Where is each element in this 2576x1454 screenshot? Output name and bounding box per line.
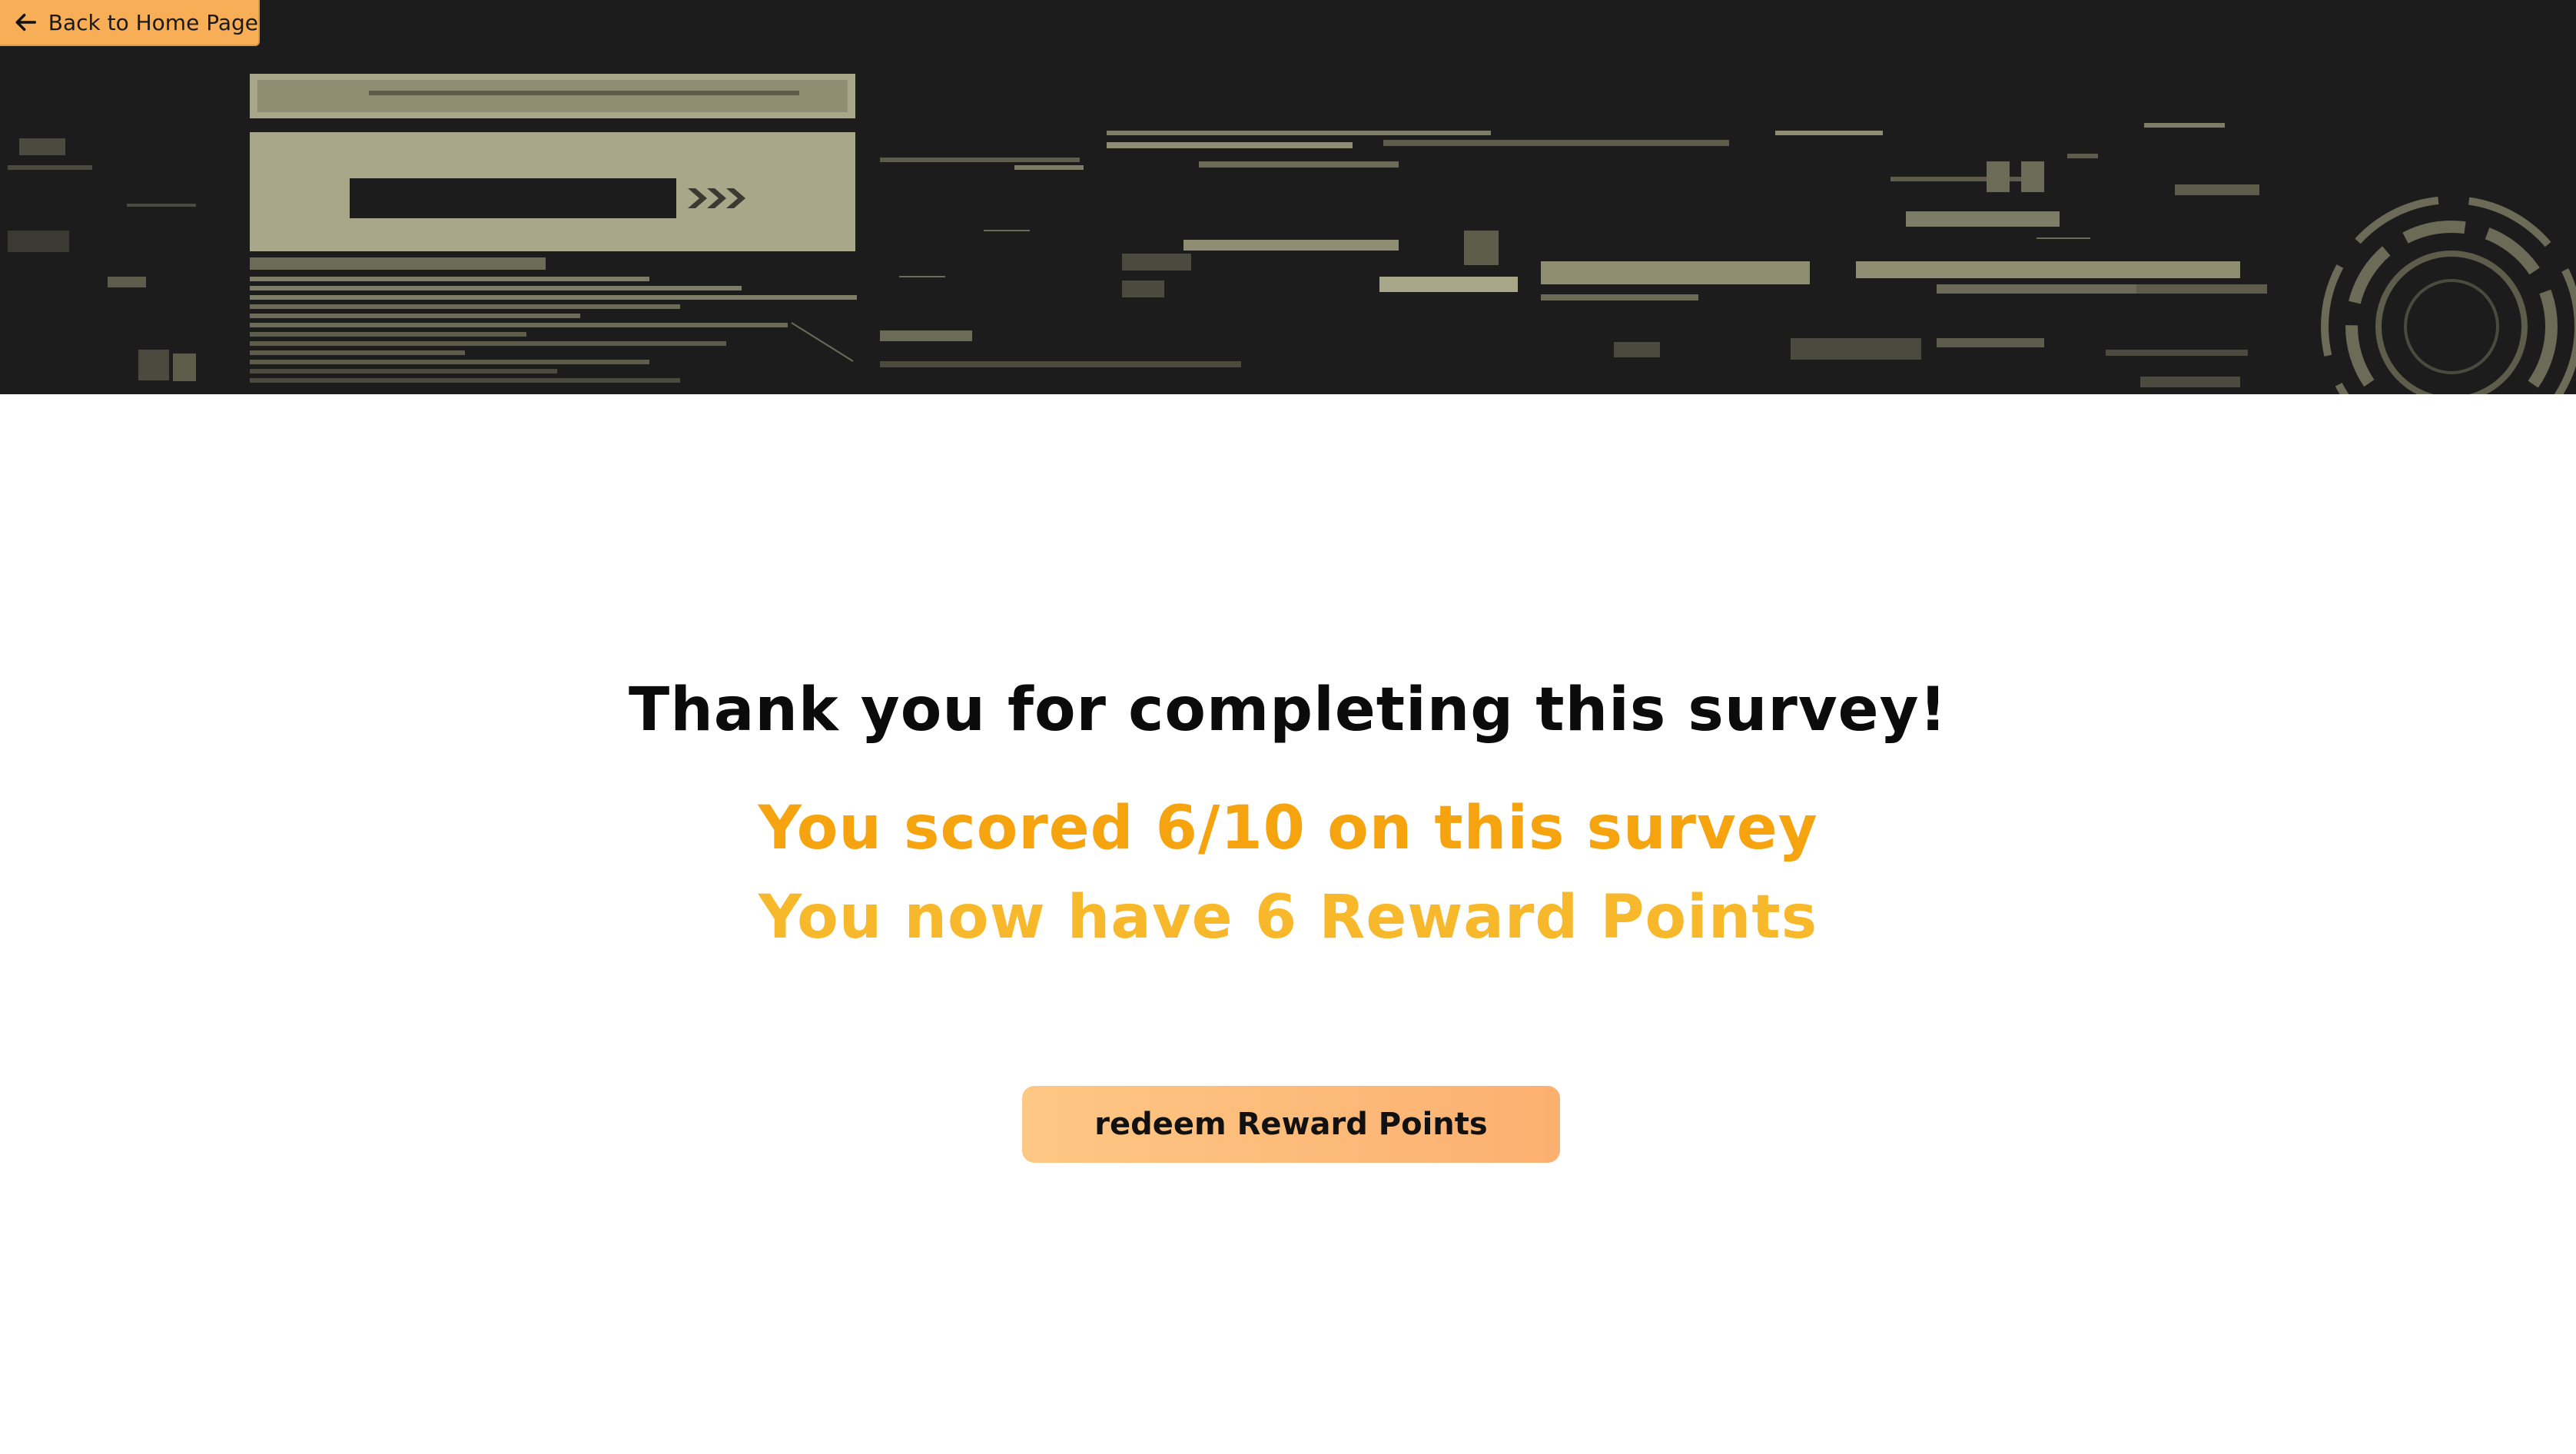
back-button-label: Back to Home Page [48,9,258,35]
back-to-home-button[interactable]: Back to Home Page [0,0,260,46]
header-banner [0,0,2576,394]
page-title: Thank you for completing this survey! [628,676,1948,745]
redeem-reward-points-button[interactable]: redeem Reward Points [1022,1086,1560,1163]
banner-tech-decoration [8,74,2576,394]
reward-points-text: You now have 6 Reward Points [758,883,1818,952]
arrow-left-icon [15,13,37,32]
page: Back to Home Page Thank you for completi… [0,0,2576,1454]
main-content: Thank you for completing this survey! Yo… [0,394,2576,1454]
score-text: You scored 6/10 on this survey [758,794,1818,863]
